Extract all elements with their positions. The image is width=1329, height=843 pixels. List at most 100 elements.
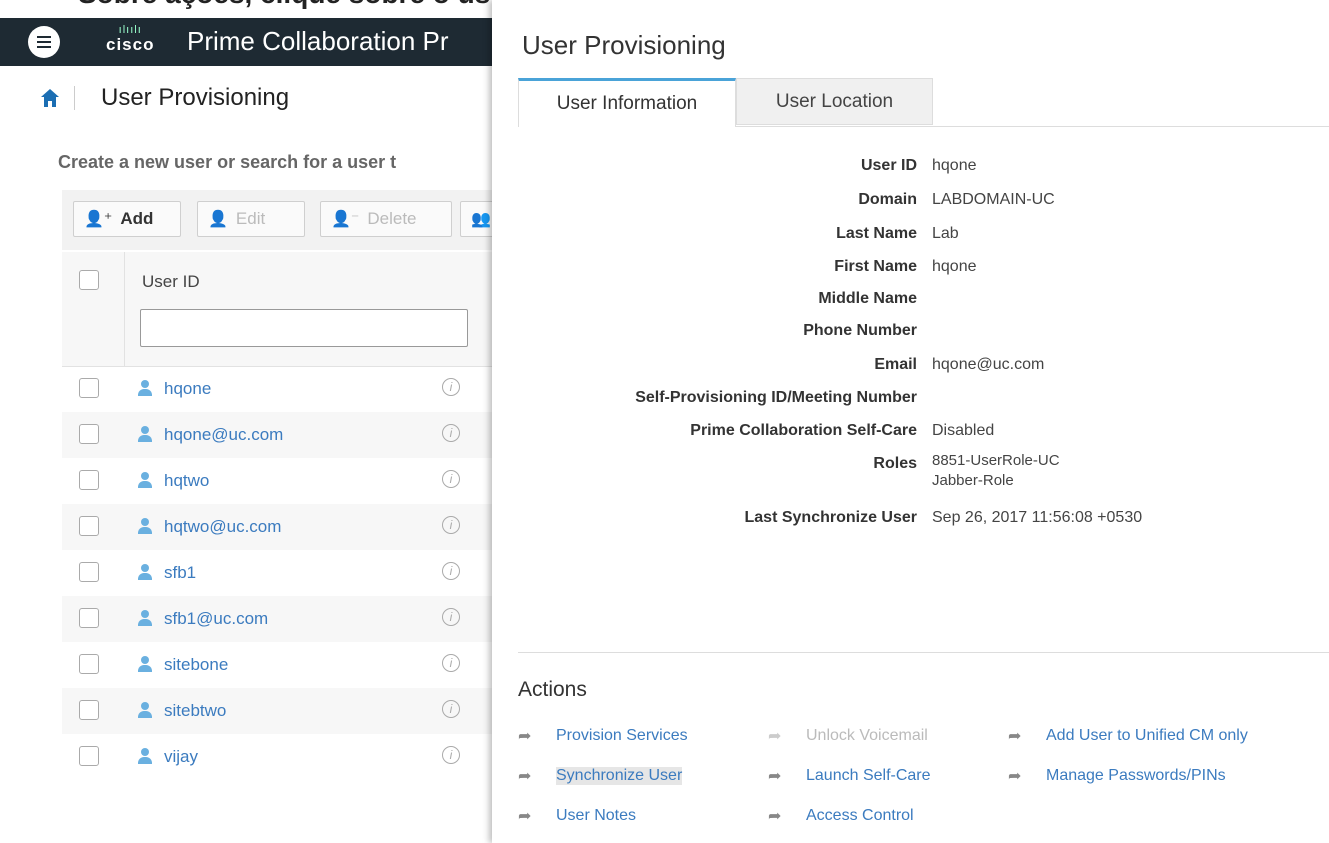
value-self-care: Disabled (932, 422, 995, 439)
action-synchronize-user[interactable]: ➦ Synchronize User (518, 766, 683, 786)
role-item: Jabber-Role (932, 472, 1014, 489)
label-middle-name: Middle Name (818, 290, 917, 307)
info-icon[interactable]: i (442, 746, 460, 764)
action-label: User Notes (556, 807, 637, 824)
label-roles: Roles (873, 455, 917, 472)
action-label: Launch Self-Care (806, 767, 931, 784)
user-id-link[interactable]: sfb1@uc.com (164, 609, 268, 629)
action-manage-passwords[interactable]: ➦ Manage Passwords/PINs (1008, 766, 1226, 786)
label-user-id: User ID (860, 157, 917, 174)
column-header-user-id[interactable]: User ID (142, 272, 200, 292)
action-label: Provision Services (556, 727, 688, 744)
tab-user-location[interactable]: User Location (736, 78, 933, 125)
delete-user-button[interactable]: 👤⁻ Delete (320, 201, 452, 237)
row-checkbox[interactable] (79, 516, 99, 536)
row-checkbox[interactable] (79, 654, 99, 674)
table-row[interactable]: sitebtwo i (62, 688, 502, 734)
page-title: User Provisioning (101, 84, 290, 111)
table-row[interactable]: sfb1@uc.com i (62, 596, 502, 642)
info-icon[interactable]: i (442, 654, 460, 672)
action-access-control[interactable]: ➦ Access Control (768, 806, 914, 826)
add-user-icon: 👤⁺ (84, 211, 113, 228)
action-label: Synchronize User (556, 767, 683, 785)
user-id-link[interactable]: hqone (164, 379, 211, 399)
user-id-link[interactable]: sitebone (164, 655, 228, 675)
user-id-link[interactable]: hqtwo@uc.com (164, 517, 281, 537)
column-divider (124, 252, 125, 366)
table-row[interactable]: hqone i (62, 366, 502, 412)
value-last-name: Lab (932, 225, 959, 242)
user-id-filter-input[interactable] (140, 309, 468, 347)
actions-title: Actions (518, 678, 587, 701)
label-self-provisioning-id: Self-Provisioning ID/Meeting Number (635, 389, 917, 406)
action-user-notes[interactable]: ➦ User Notes (518, 806, 636, 826)
value-domain: LABDOMAIN-UC (932, 191, 1055, 208)
label-domain: Domain (858, 191, 917, 208)
action-provision-services[interactable]: ➦ Provision Services (518, 726, 688, 746)
info-icon[interactable]: i (442, 562, 460, 580)
user-icon (138, 518, 152, 534)
value-email: hqone@uc.com (932, 356, 1045, 373)
info-icon[interactable]: i (442, 424, 460, 442)
cisco-logo: ılıılı cisco (106, 24, 155, 54)
user-icon (138, 472, 152, 488)
table-row[interactable]: hqone@uc.com i (62, 412, 502, 458)
user-id-link[interactable]: hqtwo (164, 471, 209, 491)
row-checkbox[interactable] (79, 608, 99, 628)
edit-user-icon: 👤 (208, 211, 228, 228)
table-row[interactable]: hqtwo i (62, 458, 502, 504)
label-email: Email (874, 356, 917, 373)
table-row[interactable]: vijay i (62, 734, 502, 780)
edit-user-button[interactable]: 👤 Edit (197, 201, 305, 237)
user-id-link[interactable]: sitebtwo (164, 701, 226, 721)
row-checkbox[interactable] (79, 470, 99, 490)
info-icon[interactable]: i (442, 516, 460, 534)
menu-icon[interactable] (28, 26, 60, 58)
info-icon[interactable]: i (442, 470, 460, 488)
breadcrumb-divider (74, 86, 75, 110)
info-icon[interactable]: i (442, 700, 460, 718)
app-title: Prime Collaboration Pr (187, 26, 449, 56)
tab-user-information[interactable]: User Information (518, 78, 736, 127)
delete-button-label: Delete (367, 209, 417, 228)
label-last-name: Last Name (836, 225, 917, 242)
action-unlock-voicemail[interactable]: ➦ Unlock Voicemail (768, 726, 928, 746)
table-row[interactable]: sitebone i (62, 642, 502, 688)
role-item: 8851-UserRole-UC (932, 452, 1060, 469)
action-label: Access Control (806, 807, 914, 824)
user-icon (138, 702, 152, 718)
home-icon[interactable] (40, 88, 60, 108)
user-id-link[interactable]: sfb1 (164, 563, 196, 583)
label-phone-number: Phone Number (803, 322, 917, 339)
label-last-synchronize: Last Synchronize User (744, 509, 918, 526)
user-id-link[interactable]: vijay (164, 747, 198, 767)
app-header: ılıılı cisco Prime Collaboration Pr (0, 18, 520, 66)
info-icon[interactable]: i (442, 608, 460, 626)
user-id-link[interactable]: hqone@uc.com (164, 425, 283, 445)
edit-button-label: Edit (235, 209, 266, 228)
action-add-user-unified-cm[interactable]: ➦ Add User to Unified CM only (1008, 726, 1248, 746)
user-icon (138, 610, 152, 626)
value-user-id: hqone (932, 157, 977, 174)
info-icon[interactable]: i (442, 378, 460, 396)
table-row[interactable]: hqtwo@uc.com i (62, 504, 502, 550)
label-self-care: Prime Collaboration Self-Care (690, 422, 917, 439)
user-icon (138, 380, 152, 396)
table-row[interactable]: sfb1 i (62, 550, 502, 596)
user-icon (138, 656, 152, 672)
select-all-checkbox[interactable] (79, 270, 99, 290)
row-checkbox[interactable] (79, 378, 99, 398)
action-launch-self-care[interactable]: ➦ Launch Self-Care (768, 766, 931, 786)
delete-user-icon: 👤⁻ (331, 211, 360, 228)
row-checkbox[interactable] (79, 562, 99, 582)
arrow-icon: ➦ (768, 808, 782, 825)
add-user-button[interactable]: 👤⁺ Add (73, 201, 181, 237)
row-checkbox[interactable] (79, 746, 99, 766)
row-checkbox[interactable] (79, 424, 99, 444)
row-checkbox[interactable] (79, 700, 99, 720)
add-button-label: Add (120, 209, 154, 228)
panel-tabs: User Information User Location (518, 78, 1329, 127)
user-detail-panel: User Provisioning User Information User … (492, 0, 1329, 843)
user-icon (138, 426, 152, 442)
action-label: Add User to Unified CM only (1046, 727, 1248, 744)
